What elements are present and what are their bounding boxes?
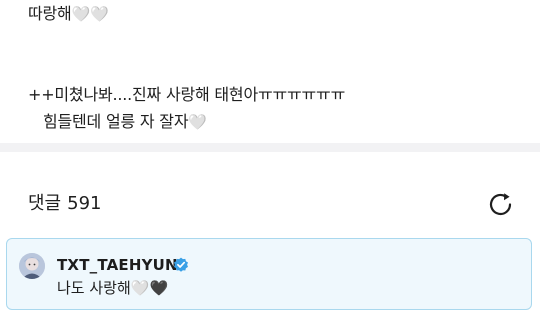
section-divider	[0, 143, 540, 152]
post-line-3: 힘들텐데 얼릉 자 잘자🤍	[43, 111, 208, 133]
white-heart-icon: 🤍	[130, 278, 150, 297]
avatar[interactable]	[19, 253, 45, 279]
refresh-button[interactable]	[486, 190, 516, 220]
white-heart-icon: 🤍	[89, 4, 109, 23]
comment-author[interactable]: TXT_TAEHYUN	[57, 255, 178, 275]
refresh-icon	[489, 193, 512, 216]
white-heart-icon: 🤍	[188, 112, 208, 131]
verified-badge-icon	[174, 257, 188, 272]
avatar-image	[19, 253, 45, 279]
pinned-comment-card[interactable]: TXT_TAEHYUN 나도 사랑해🤍🖤	[6, 238, 532, 310]
black-heart-icon: 🖤	[149, 279, 169, 297]
comment-text: 나도 사랑해🤍🖤	[57, 277, 168, 299]
post-body: 따랑해🤍🤍 ++미쳤나봐....진짜 사랑해 태현아ㅠㅠㅠㅠㅠㅠ 힘들텐데 얼릉…	[0, 0, 540, 143]
comments-label-text: 댓글	[28, 193, 62, 214]
post-line-1-text: 따랑해	[28, 4, 72, 23]
comment-text-body: 나도 사랑해	[57, 279, 131, 297]
white-heart-icon: 🤍	[71, 4, 91, 23]
post-line-3-text: 힘들텐데 얼릉 자 잘자	[43, 112, 189, 131]
comments-count: 591	[67, 193, 102, 214]
comments-count-label: 댓글 591	[28, 192, 101, 216]
comments-header: 댓글 591	[0, 152, 540, 238]
post-line-1: 따랑해🤍🤍	[28, 3, 109, 25]
post-line-2: ++미쳤나봐....진짜 사랑해 태현아ㅠㅠㅠㅠㅠㅠ	[28, 85, 346, 104]
